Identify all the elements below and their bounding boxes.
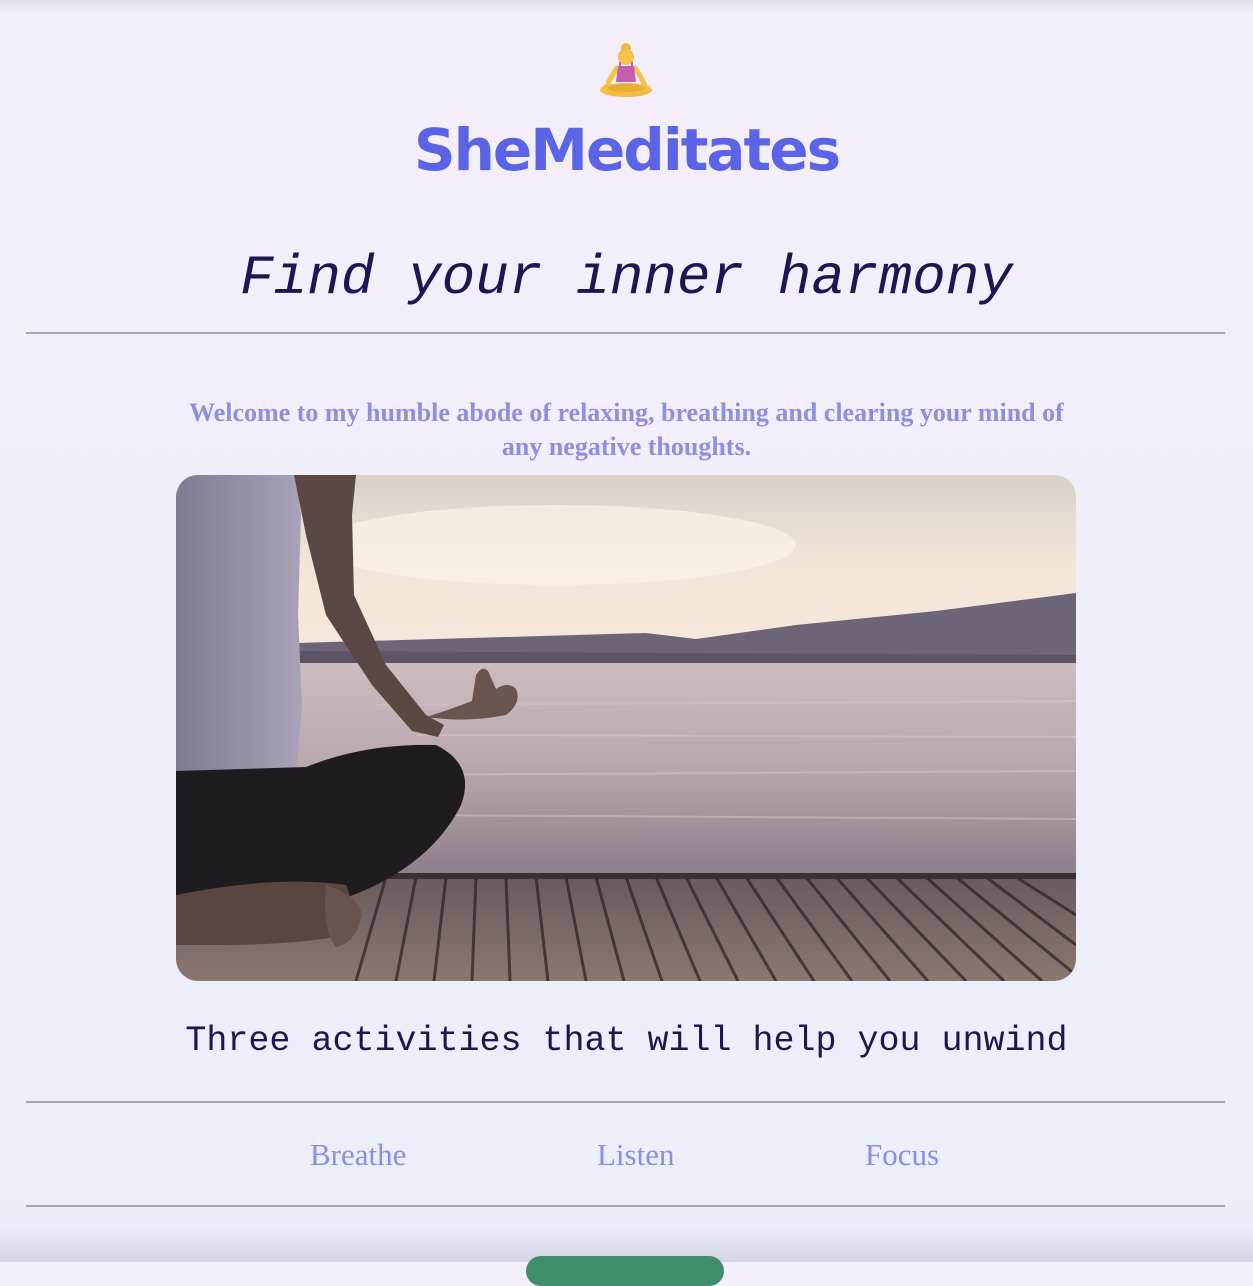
welcome-text: Welcome to my humble abode of relaxing, … [189, 398, 1064, 461]
meditation-photo [176, 475, 1076, 981]
divider-nav-bottom [26, 1205, 1225, 1207]
top-shadow [0, 0, 1253, 14]
nav-link-breathe[interactable]: Breathe [310, 1134, 406, 1176]
divider-nav-top [26, 1101, 1225, 1103]
brand-title: SheMeditates [413, 116, 841, 184]
hero-tagline: Find your inner harmony [240, 246, 1013, 310]
divider-top [26, 332, 1225, 334]
nav-link-focus[interactable]: Focus [865, 1134, 939, 1176]
partially-visible-button[interactable] [526, 1256, 724, 1286]
nav-link-listen[interactable]: Listen [597, 1134, 675, 1176]
lotus-woman-icon [596, 40, 656, 102]
activities-heading: Three activities that will help you unwi… [185, 1021, 1068, 1061]
